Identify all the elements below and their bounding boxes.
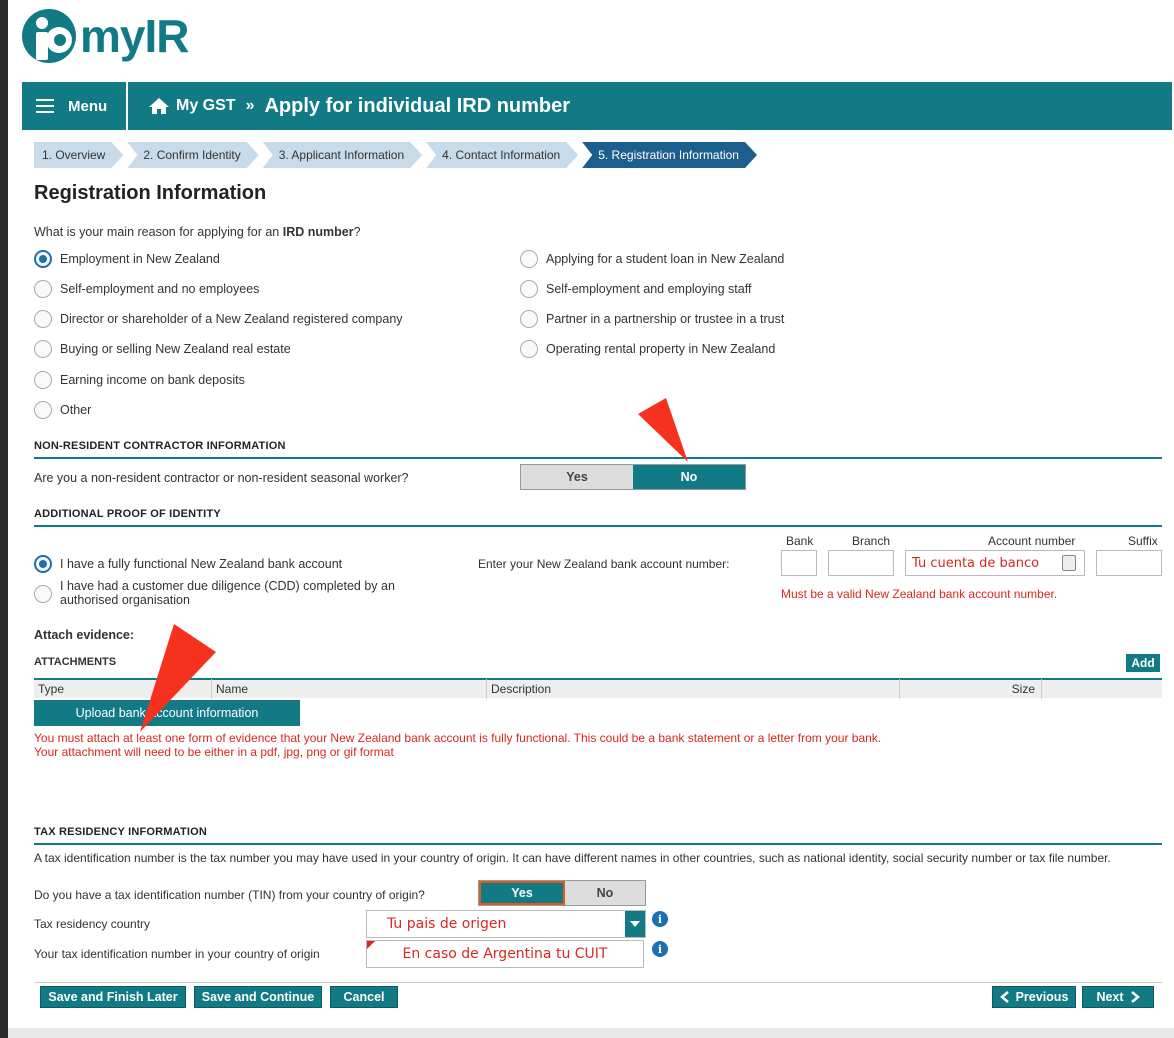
radio-button[interactable] [520,250,538,268]
col-size: Size [900,679,1042,699]
bank-code-input[interactable] [781,550,817,576]
page-bottom-edge [8,1028,1174,1038]
radio-button[interactable] [520,310,538,328]
annotation-arrow-icon [638,398,688,462]
tin-no-button[interactable]: No [565,881,645,905]
non-resident-toggle: Yes No [520,464,746,490]
breadcrumb-my-gst[interactable]: My GST [176,97,236,115]
step-registration-information[interactable]: 5. Registration Information [582,142,757,168]
brand-name: myIR [80,10,189,62]
menu-button[interactable]: Menu [22,82,128,130]
section-title: Registration Information [34,182,267,204]
add-attachment-button[interactable]: Add [1126,654,1160,672]
reason-option-director[interactable]: Director or shareholder of a New Zealand… [34,310,403,328]
bank-account-prompt: Enter your New Zealand bank account numb… [478,557,730,571]
account-col-label: Account number [988,534,1076,548]
non-resident-heading: NON-RESIDENT CONTRACTOR INFORMATION [34,440,1162,459]
myir-logo[interactable]: myIR [22,6,189,66]
reason-question: What is your main reason for applying fo… [34,225,361,239]
radio-button[interactable] [34,340,52,358]
annotation-arrow-icon [140,624,216,732]
tin-yes-button[interactable]: Yes [479,881,565,905]
home-icon[interactable] [148,97,170,115]
info-icon[interactable]: i [652,911,668,927]
reason-option-bank-deposits[interactable]: Earning income on bank deposits [34,371,245,389]
branch-code-input[interactable] [828,550,894,576]
ird-logo-icon [22,9,76,63]
proof-option-cdd[interactable]: I have had a customer due diligence (CDD… [34,579,395,607]
col-description: Description [487,679,900,699]
chevron-left-icon [999,991,1009,1003]
radio-button[interactable] [34,280,52,298]
non-resident-no-button[interactable]: No [633,465,745,489]
reason-option-real-estate[interactable]: Buying or selling New Zealand real estat… [34,340,291,358]
breadcrumb: My GST » Apply for individual IRD number [128,95,570,118]
attachment-error-2: Your attachment will need to be either i… [34,745,394,759]
radio-button[interactable] [34,371,52,389]
branch-col-label: Branch [852,534,891,548]
step-applicant-information[interactable]: 3. Applicant Information [263,142,422,168]
chevron-down-icon[interactable] [625,911,645,937]
suffix-input[interactable] [1096,550,1162,576]
bank-col-label: Bank [786,534,814,548]
reason-option-other[interactable]: Other [34,401,91,419]
window-edge [0,0,8,1038]
step-contact-information[interactable]: 4. Contact Information [426,142,578,168]
tin-input[interactable]: En caso de Argentina tu CUIT [366,940,644,968]
field-helper-icon [1062,555,1076,571]
footer-divider [34,982,1162,983]
menu-label: Menu [68,97,108,115]
radio-button[interactable] [34,250,52,268]
attachment-error-1: You must attach at least one form of evi… [34,731,882,745]
tin-toggle: Yes No [478,880,646,906]
radio-button[interactable] [34,585,52,603]
step-overview[interactable]: 1. Overview [34,142,123,168]
tax-residency-heading: TAX RESIDENCY INFORMATION [34,826,1162,845]
next-button[interactable]: Next [1082,986,1154,1008]
step-confirm-identity[interactable]: 2. Confirm Identity [127,142,258,168]
bank-account-error: Must be a valid New Zealand bank account… [781,587,1058,601]
reason-option-employment[interactable]: Employment in New Zealand [34,250,220,268]
attachments-heading: ATTACHMENTS [34,656,117,668]
save-and-finish-later-button[interactable]: Save and Finish Later [40,986,186,1008]
radio-button[interactable] [520,280,538,298]
reason-option-student-loan[interactable]: Applying for a student loan in New Zeala… [520,250,784,268]
tax-country-label: Tax residency country [34,917,151,931]
cancel-button[interactable]: Cancel [330,986,398,1008]
tin-label: Your tax identification number in your c… [34,947,320,961]
account-number-input[interactable]: Tu cuenta de banco [905,550,1085,576]
save-and-continue-button[interactable]: Save and Continue [194,986,322,1008]
attach-evidence-label: Attach evidence: [34,628,135,642]
reason-option-rental-property[interactable]: Operating rental property in New Zealand [520,340,775,358]
info-icon[interactable]: i [652,941,668,957]
tin-question: Do you have a tax identification number … [34,888,425,902]
non-resident-yes-button[interactable]: Yes [521,465,633,489]
tax-country-value: Tu pais de origen [387,916,507,932]
suffix-col-label: Suffix [1128,534,1158,548]
col-actions [1042,679,1162,699]
radio-button[interactable] [34,555,52,573]
tax-description: A tax identification number is the tax n… [34,851,1111,865]
proof-heading: ADDITIONAL PROOF OF IDENTITY [34,508,1162,527]
col-name: Name [212,679,487,699]
reason-option-partner-trustee[interactable]: Partner in a partnership or trustee in a… [520,310,784,328]
progress-steps: 1. Overview 2. Confirm Identity 3. Appli… [34,142,761,168]
radio-button[interactable] [34,310,52,328]
non-resident-question: Are you a non-resident contractor or non… [34,471,409,485]
tax-country-select[interactable]: Tu pais de origen [366,910,646,938]
header-bar: Menu My GST » Apply for individual IRD n… [22,82,1172,130]
chevron-right-icon [1130,991,1140,1003]
reason-option-self-employment-no-employees[interactable]: Self-employment and no employees [34,280,259,298]
account-number-value: Tu cuenta de banco [912,555,1040,571]
radio-button[interactable] [34,401,52,419]
breadcrumb-separator: » [245,97,255,114]
radio-button[interactable] [520,340,538,358]
hamburger-icon [36,99,54,113]
proof-option-bank-account[interactable]: I have a fully functional New Zealand ba… [34,555,342,573]
reason-option-self-employment-staff[interactable]: Self-employment and employing staff [520,280,751,298]
page-title: Apply for individual IRD number [264,94,571,117]
tin-value: En caso de Argentina tu CUIT [402,946,608,962]
previous-button[interactable]: Previous [992,986,1076,1008]
